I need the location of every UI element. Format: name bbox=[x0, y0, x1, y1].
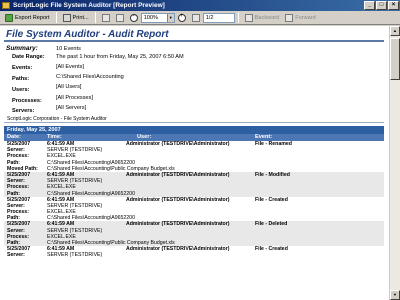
event-server: SERVER (TESTDRIVE) bbox=[47, 252, 103, 259]
forward-arrow-icon bbox=[285, 13, 294, 22]
export-icon bbox=[5, 13, 13, 22]
forward-label: Forward bbox=[295, 14, 316, 21]
previous-page-icon bbox=[115, 13, 124, 22]
audit-report: File System Auditor - Audit Report Summa… bbox=[4, 28, 384, 259]
toolbar-separator bbox=[94, 12, 96, 23]
print-label: Print... bbox=[72, 14, 89, 21]
scroll-up-button[interactable]: ▲ bbox=[390, 26, 400, 36]
event-record: 5/25/2007 6:41:59 AM Administrator (TEST… bbox=[4, 221, 384, 247]
zoom-in-icon bbox=[177, 13, 186, 22]
scrollbar-thumb[interactable] bbox=[390, 38, 400, 80]
summary-events: [All Events] bbox=[56, 64, 84, 70]
minimize-button[interactable]: _ bbox=[364, 1, 375, 10]
column-header-date: Date: bbox=[7, 134, 21, 140]
column-header-event: Event: bbox=[255, 134, 273, 140]
chevron-down-icon[interactable]: ▼ bbox=[166, 13, 174, 22]
summary-servers: [All Servers] bbox=[56, 105, 87, 111]
print-button[interactable]: Print... bbox=[60, 12, 92, 23]
export-report-label: Export Report bbox=[15, 14, 50, 21]
event-record: 5/25/2007 6:41:59 AM Administrator (TEST… bbox=[4, 197, 384, 222]
window-controls: _ □ × bbox=[364, 1, 399, 10]
toolbar-separator bbox=[237, 12, 239, 23]
maximize-button[interactable]: □ bbox=[376, 1, 387, 10]
day-group-header: Friday, May 25, 2007 bbox=[4, 126, 384, 134]
report-viewport[interactable]: File System Auditor - Audit Report Summa… bbox=[0, 26, 389, 300]
event-record: 5/25/2007 6:41:59 AM Administrator (TEST… bbox=[4, 246, 384, 258]
toolbar-separator bbox=[55, 12, 57, 23]
next-page-icon bbox=[191, 13, 200, 22]
report-title: File System Auditor - Audit Report bbox=[4, 28, 384, 42]
forward-button[interactable]: Forward bbox=[282, 12, 319, 23]
summary-event-count: 10 Events bbox=[56, 46, 81, 52]
column-header-row: Date: Time: User: Event: bbox=[4, 134, 384, 141]
page-number-field[interactable]: 1/2 bbox=[202, 12, 235, 23]
first-page-button[interactable] bbox=[99, 12, 113, 23]
event-record: 5/25/2007 6:41:59 AM Administrator (TEST… bbox=[4, 141, 384, 172]
column-header-time: Time: bbox=[47, 134, 62, 140]
zoom-value: 100% bbox=[143, 14, 158, 21]
zoom-in-button[interactable] bbox=[175, 12, 189, 23]
back-arrow-icon bbox=[244, 13, 253, 22]
first-page-icon bbox=[101, 13, 110, 22]
report-subheader: ScriptLogic Corporation - File System Au… bbox=[4, 115, 384, 123]
close-button[interactable]: × bbox=[388, 1, 399, 10]
event-detail-row: Server: SERVER (TESTDRIVE) bbox=[4, 252, 384, 258]
summary-processes: [All Processes] bbox=[56, 95, 93, 101]
zoom-select[interactable]: 100% ▼ bbox=[140, 12, 175, 23]
summary-date-range: The past 1 hour from Friday, May 25, 200… bbox=[56, 54, 184, 60]
event-record: 5/25/2007 6:41:59 AM Administrator (TEST… bbox=[4, 171, 384, 197]
window-titlebar[interactable]: ScriptLogic File System Auditor [Report … bbox=[0, 0, 400, 11]
backward-label: Backward bbox=[254, 14, 280, 21]
scroll-down-button[interactable]: ▼ bbox=[390, 290, 400, 300]
vertical-scrollbar[interactable]: ▲ ▼ bbox=[389, 26, 400, 300]
zoom-out-button[interactable] bbox=[127, 12, 141, 23]
summary-paths: C:\Shared Files\Accounting bbox=[56, 74, 124, 80]
column-header-user: User: bbox=[137, 134, 152, 140]
backward-button[interactable]: Backward bbox=[242, 12, 283, 23]
zoom-out-icon bbox=[129, 13, 138, 22]
next-page-button[interactable] bbox=[189, 12, 203, 23]
window-title: ScriptLogic File System Auditor [Report … bbox=[13, 2, 165, 9]
previous-page-button[interactable] bbox=[113, 12, 127, 23]
export-report-button[interactable]: Export Report bbox=[2, 12, 53, 23]
app-icon bbox=[2, 2, 10, 9]
preview-toolbar: Export Report Print... 100% ▼ 1/2 Backwa… bbox=[0, 11, 400, 25]
printer-icon bbox=[62, 13, 71, 22]
summary-users: [All Users] bbox=[56, 84, 82, 90]
summary-section: Summary: 10 Events Date Range: The past … bbox=[4, 45, 384, 115]
field-label: Server: bbox=[7, 252, 25, 259]
